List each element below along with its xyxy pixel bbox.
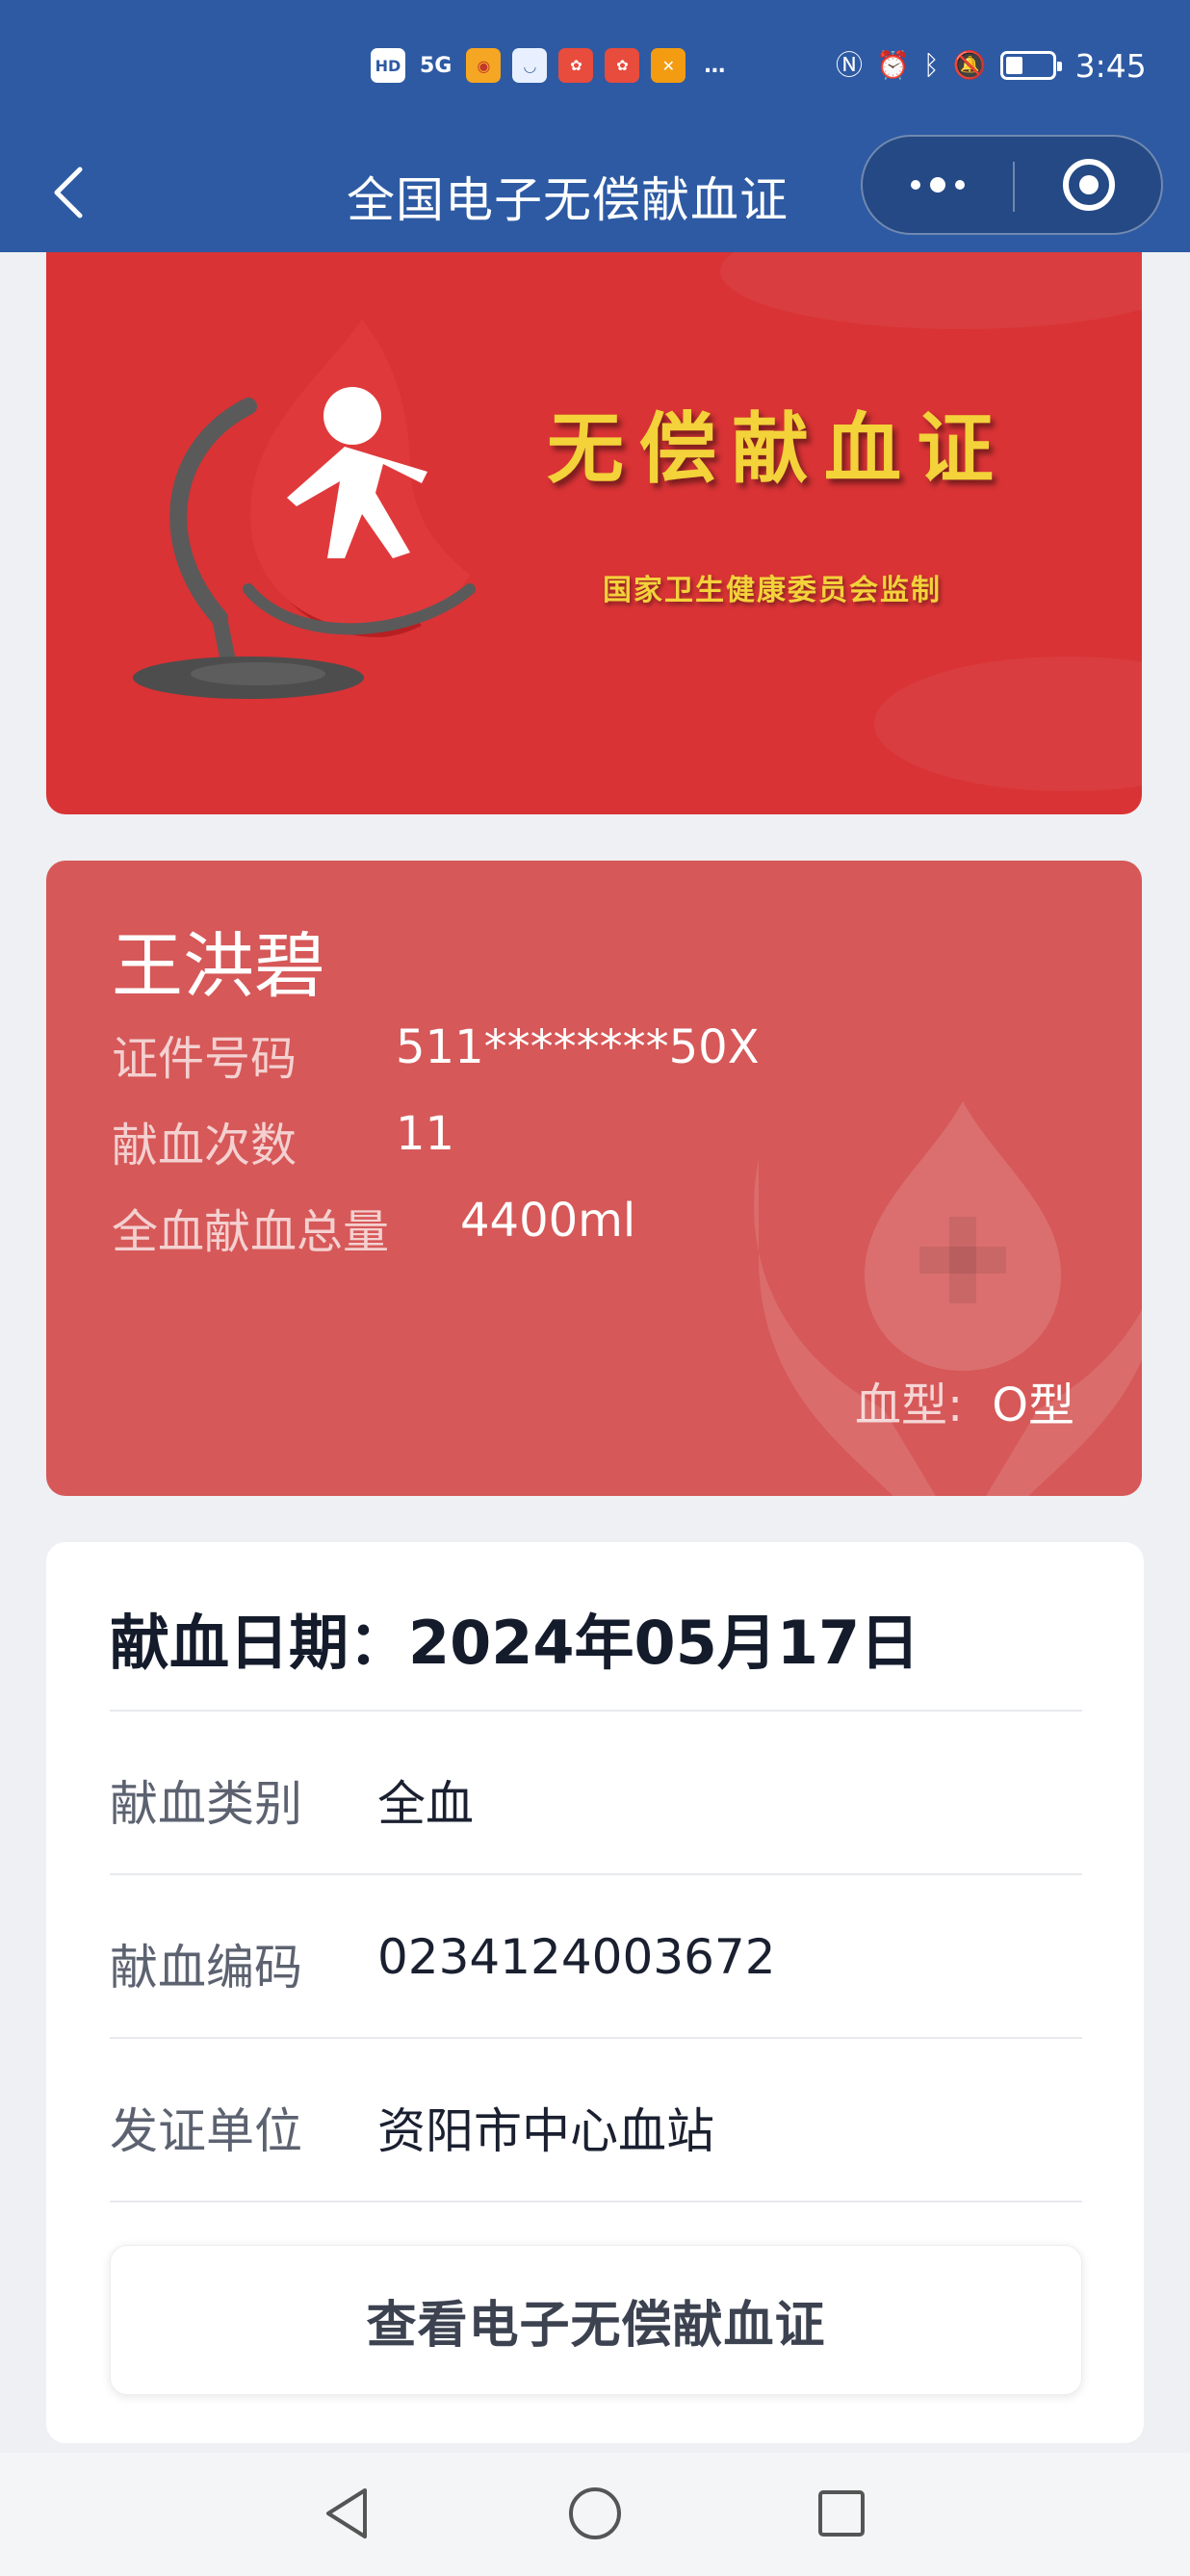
nfc-icon: Ⓝ [836,49,864,81]
detail-label: 献血编码 [110,1940,302,1996]
close-mini-program-button[interactable] [1015,137,1163,233]
more-dot-icon [955,180,965,190]
more-dot-icon [911,180,920,190]
circle-home-icon [569,2487,621,2539]
more-button[interactable] [863,137,1013,233]
system-nav-bar [0,2453,1190,2576]
donor-name: 王洪碧 [112,925,325,1008]
status-time: 3:45 [1074,46,1147,85]
total-volume-row: 全血献血总量 4400ml [112,1194,635,1261]
status-bar: HD 5G ◉ ◡ ✿ ✿ ✕ … Ⓝ ⏰ ᛒ 🔕 3:45 [0,0,1190,135]
divider [110,2201,1082,2202]
bluetooth-icon: ᛒ [922,49,940,81]
signal-5g-icon: 5G [420,53,453,78]
blood-drop-hands-icon [754,1101,1142,1496]
view-certificate-label: 查看电子无偿献血证 [366,2296,826,2355]
blood-type-value: O型 [992,1378,1074,1432]
detail-value: 0234124003672 [377,1929,776,1985]
donation-detail-card: 献血日期：2024年05月17日 献血类别 全血 献血编码 0234124003… [46,1542,1144,2443]
detail-row-category: 献血类别 全血 [110,1712,1082,1873]
blood-type: 血型: O型 [855,1367,1074,1434]
page-title: 全国电子无偿献血证 [347,172,789,228]
status-icons-right: Ⓝ ⏰ ᛒ 🔕 3:45 [836,44,1147,87]
banner-subtitle: 国家卫生健康委员会监制 [603,574,942,607]
donation-count-label: 献血次数 [112,1119,298,1172]
donation-count-value: 11 [396,1107,455,1161]
hd-icon: HD [371,48,405,83]
detail-value: 全血 [377,1776,474,1832]
triangle-back-icon [326,2488,367,2538]
total-volume-label: 全血献血总量 [112,1205,390,1259]
orange-app-icon: ✕ [651,48,686,83]
mute-icon: 🔕 [952,49,987,81]
detail-row-issuer: 发证单位 资阳市中心血站 [110,2039,1082,2201]
mini-program-capsule [861,135,1163,235]
donation-date: 献血日期：2024年05月17日 [110,1608,920,1678]
square-recents-icon [818,2490,865,2537]
banner-title: 无偿献血证 [547,403,1009,494]
detail-value: 资阳市中心血站 [377,2103,714,2159]
certificate-banner: 无偿献血证 国家卫生健康委员会监制 [46,252,1142,814]
back-button[interactable] [39,154,96,231]
alarm-icon: ⏰ [876,49,910,81]
chat-app-icon: ◡ [512,48,548,83]
red-app-icon-2: ✿ [605,48,640,83]
system-home-button[interactable] [547,2470,643,2557]
detail-label: 发证单位 [110,2103,302,2159]
id-number-label: 证件号码 [112,1032,298,1086]
detail-label: 献血类别 [110,1776,302,1832]
id-number-row: 证件号码 511********50X [112,1020,760,1088]
more-dot-icon [930,177,945,193]
chevron-left-icon [54,167,83,219]
system-back-button[interactable] [298,2470,395,2557]
battery-icon [999,51,1062,80]
detail-row-code: 献血编码 0234124003672 [110,1875,1082,2037]
weibo-app-icon: ◉ [466,48,502,83]
top-bar: HD 5G ◉ ◡ ✿ ✿ ✕ … Ⓝ ⏰ ᛒ 🔕 3:45 全国电子无偿献血证 [0,0,1190,252]
status-icons-left: HD 5G ◉ ◡ ✿ ✿ ✕ … [371,44,732,87]
red-app-icon: ✿ [558,48,594,83]
donor-info-card: 王洪碧 证件号码 511********50X 献血次数 11 全血献血总量 4… [46,861,1142,1496]
system-recents-button[interactable] [793,2470,890,2557]
view-certificate-button[interactable]: 查看电子无偿献血证 [110,2245,1082,2395]
id-number-value: 511********50X [396,1020,760,1074]
blood-type-label: 血型: [855,1378,964,1432]
total-volume-value: 4400ml [460,1194,636,1248]
nav-bar: 全国电子无偿献血证 [0,135,1190,252]
target-icon [1063,159,1115,211]
blood-donation-logo-icon [133,320,476,699]
donation-count-row: 献血次数 11 [112,1107,454,1174]
more-notifications-icon: … [704,53,726,78]
